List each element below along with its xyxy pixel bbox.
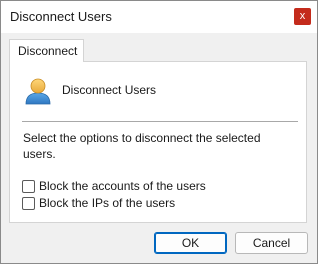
user-icon	[25, 78, 51, 105]
close-icon: x	[299, 10, 306, 22]
block-ips-checkbox[interactable]	[22, 197, 35, 210]
disconnect-users-dialog: Disconnect Users x Disconnect Disconnect…	[0, 0, 318, 264]
disconnect-panel: Disconnect Users Select the options to d…	[9, 61, 307, 223]
tab-label: Disconnect	[18, 44, 78, 58]
instructions-text: Select the options to disconnect the sel…	[23, 131, 261, 161]
block-accounts-checkbox[interactable]	[22, 180, 35, 193]
cancel-button[interactable]: Cancel	[235, 232, 308, 254]
window-title: Disconnect Users	[10, 9, 112, 24]
ok-button[interactable]: OK	[154, 232, 227, 254]
tab-disconnect[interactable]: Disconnect	[9, 39, 84, 62]
panel-heading: Disconnect Users	[62, 83, 157, 97]
block-ips-label: Block the IPs of the users	[39, 196, 176, 210]
divider	[22, 121, 298, 122]
close-button[interactable]: x	[294, 8, 311, 25]
title-bar: Disconnect Users x	[1, 1, 317, 33]
block-accounts-label: Block the accounts of the users	[39, 179, 206, 193]
